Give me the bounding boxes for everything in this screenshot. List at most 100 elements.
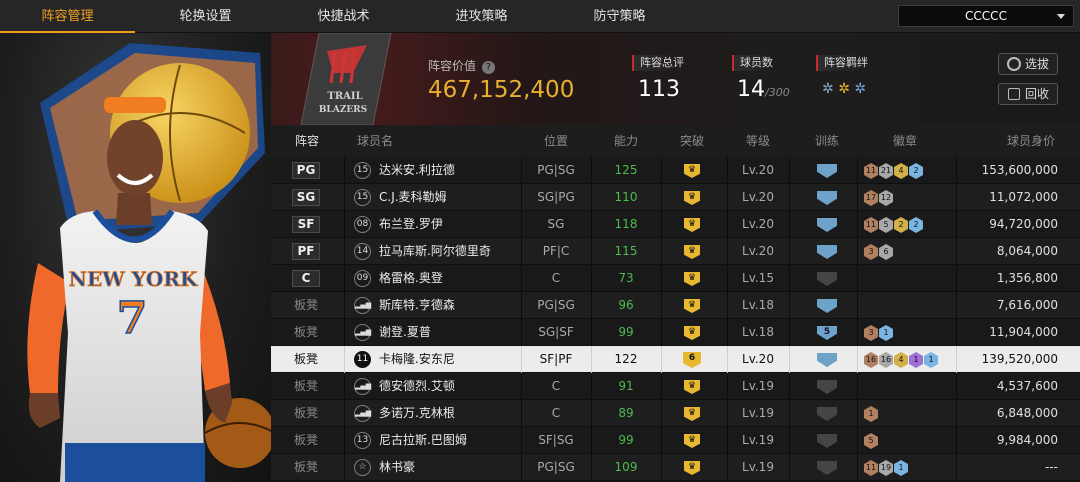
col-player-name[interactable]: 球员名 <box>355 125 395 157</box>
col-lineup[interactable]: 阵容 <box>283 125 331 157</box>
col-breakthrough[interactable]: 突破 <box>661 125 723 157</box>
col-ability[interactable]: 能力 <box>591 125 661 157</box>
lineup-slot[interactable]: C <box>292 270 320 287</box>
player-name[interactable]: 布兰登.罗伊 <box>379 211 443 238</box>
badge-icon[interactable]: 21 <box>879 163 893 179</box>
table-row[interactable]: 板凳 ☆ 林书豪 PG|SG 109 Lv.19 11191 --- <box>271 454 1080 481</box>
lineup-slot[interactable]: SF <box>292 216 320 233</box>
help-icon[interactable]: ? <box>481 61 495 74</box>
training-crown-icon[interactable] <box>817 353 837 367</box>
crown-icon[interactable] <box>684 326 700 340</box>
badge-icon[interactable]: 4 <box>894 352 908 368</box>
col-player-value[interactable]: 球员身价 <box>991 125 1071 157</box>
lineup-slot[interactable]: 板凳 <box>292 454 320 481</box>
crown-icon[interactable] <box>684 461 700 475</box>
training-level[interactable]: 5 <box>817 326 837 340</box>
player-name[interactable]: C.J.麦科勒姆 <box>379 184 447 211</box>
tab-lineup[interactable]: 阵容管理 <box>0 0 135 33</box>
training-crown-icon[interactable] <box>817 434 837 448</box>
badge-icon[interactable]: 1 <box>864 406 878 422</box>
table-row[interactable]: 板凳 ▂▄▆ 德安德烈.艾顿 C 91 Lv.19 4,537,600 <box>271 373 1080 400</box>
player-name[interactable]: 拉马库斯.阿尔德里奇 <box>379 238 491 265</box>
badge-icon[interactable]: 1 <box>879 325 893 341</box>
col-training[interactable]: 训练 <box>797 125 857 157</box>
tab-quick-tactics[interactable]: 快捷战术 <box>276 0 411 33</box>
recycle-button[interactable]: 回收 <box>998 83 1058 105</box>
badge-icon[interactable]: 19 <box>879 460 893 476</box>
crown-icon[interactable] <box>684 245 700 259</box>
player-name[interactable]: 格雷格.奥登 <box>379 265 443 292</box>
training-crown-icon[interactable] <box>817 380 837 394</box>
training-crown-icon[interactable] <box>817 164 837 178</box>
breakthrough-level[interactable]: 6 <box>683 352 701 368</box>
badge-icon[interactable]: 2 <box>909 217 923 233</box>
player-name[interactable]: 多诺万.克林根 <box>379 400 455 427</box>
chemistry-icons[interactable]: ✲ ✲ ✲ <box>822 81 866 97</box>
badge-icon[interactable]: 3 <box>864 244 878 260</box>
lineup-slot[interactable]: PG <box>292 162 320 179</box>
table-row[interactable]: 板凳 ▂▄▆ 谢登.夏普 SG|SF 99 Lv.18 5 31 11,904,000 <box>271 319 1080 346</box>
training-crown-icon[interactable] <box>817 218 837 232</box>
lineup-slot[interactable]: 板凳 <box>292 292 320 319</box>
badge-icon[interactable]: 1 <box>894 460 908 476</box>
training-crown-icon[interactable] <box>817 407 837 421</box>
lineup-slot[interactable]: 板凳 <box>292 319 320 346</box>
lineup-slot[interactable]: 板凳 <box>292 373 320 400</box>
crown-icon[interactable] <box>684 272 700 286</box>
lineup-slot[interactable]: 板凳 <box>292 427 320 454</box>
badge-icon[interactable]: 5 <box>879 217 893 233</box>
badge-icon[interactable]: 3 <box>864 325 878 341</box>
training-crown-icon[interactable] <box>817 245 837 259</box>
table-row[interactable]: 板凳 ▂▄▆ 多诺万.克林根 C 89 Lv.19 1 6,848,000 <box>271 400 1080 427</box>
crown-icon[interactable] <box>684 191 700 205</box>
player-name[interactable]: 林书豪 <box>379 454 415 481</box>
table-row[interactable]: PG 15 达米安.利拉德 PG|SG 125 Lv.20 112142 153,600,00… <box>271 157 1080 184</box>
lineup-slot[interactable]: 板凳 <box>292 346 320 373</box>
pick-button[interactable]: 选拔 <box>998 53 1058 75</box>
badge-icon[interactable]: 1 <box>909 352 923 368</box>
tab-offense[interactable]: 进攻策略 <box>414 0 549 33</box>
table-row[interactable]: 板凳 13 尼古拉斯.巴图姆 SF|SG 99 Lv.19 5 9,984,000 <box>271 427 1080 454</box>
training-crown-icon[interactable] <box>817 299 837 313</box>
crown-icon[interactable] <box>684 164 700 178</box>
player-name[interactable]: 卡梅隆.安东尼 <box>379 346 455 373</box>
lineup-slot[interactable]: SG <box>292 189 320 206</box>
table-row[interactable]: C 09 格雷格.奥登 C 73 Lv.15 1,356,800 <box>271 265 1080 292</box>
badge-icon[interactable]: 4 <box>894 163 908 179</box>
badge-icon[interactable]: 12 <box>879 190 893 206</box>
col-level[interactable]: 等级 <box>727 125 789 157</box>
badge-icon[interactable]: 5 <box>864 433 878 449</box>
table-row[interactable]: SG 15 C.J.麦科勒姆 SG|PG 110 Lv.20 1712 11,072,000 <box>271 184 1080 211</box>
badge-icon[interactable]: 6 <box>879 244 893 260</box>
badge-icon[interactable]: 11 <box>864 460 878 476</box>
lineup-slot[interactable]: PF <box>292 243 320 260</box>
player-name[interactable]: 斯库特.亨德森 <box>379 292 455 319</box>
training-crown-icon[interactable] <box>817 461 837 475</box>
crown-icon[interactable] <box>684 407 700 421</box>
crown-icon[interactable] <box>684 299 700 313</box>
col-badges[interactable]: 徽章 <box>865 125 945 157</box>
badge-icon[interactable]: 16 <box>879 352 893 368</box>
tab-rotation[interactable]: 轮换设置 <box>138 0 273 33</box>
table-row[interactable]: 板凳 ▂▄▆ 斯库特.亨德森 PG|SG 96 Lv.18 7,616,000 <box>271 292 1080 319</box>
badge-icon[interactable]: 17 <box>864 190 878 206</box>
badge-icon[interactable]: 2 <box>909 163 923 179</box>
player-name[interactable]: 德安德烈.艾顿 <box>379 373 455 400</box>
crown-icon[interactable] <box>684 380 700 394</box>
training-crown-icon[interactable] <box>817 272 837 286</box>
badge-icon[interactable]: 11 <box>864 163 878 179</box>
player-name[interactable]: 谢登.夏普 <box>379 319 431 346</box>
team-selector[interactable]: CCCCC <box>898 5 1074 27</box>
lineup-slot[interactable]: 板凳 <box>292 400 320 427</box>
badge-icon[interactable]: 2 <box>894 217 908 233</box>
badge-icon[interactable]: 1 <box>924 352 938 368</box>
training-crown-icon[interactable] <box>817 191 837 205</box>
player-name[interactable]: 达米安.利拉德 <box>379 157 455 184</box>
player-name[interactable]: 尼古拉斯.巴图姆 <box>379 427 467 454</box>
table-row[interactable]: 板凳 11 卡梅隆.安东尼 SF|PF 122 6 Lv.20 16 16 4 1 1 139,520,… <box>271 346 1080 373</box>
col-position[interactable]: 位置 <box>521 125 591 157</box>
badge-icon[interactable]: 16 <box>864 352 878 368</box>
table-row[interactable]: SF 08 布兰登.罗伊 SG 118 Lv.20 11522 94,720,000 <box>271 211 1080 238</box>
tab-defense[interactable]: 防守策略 <box>552 0 687 33</box>
crown-icon[interactable] <box>684 218 700 232</box>
